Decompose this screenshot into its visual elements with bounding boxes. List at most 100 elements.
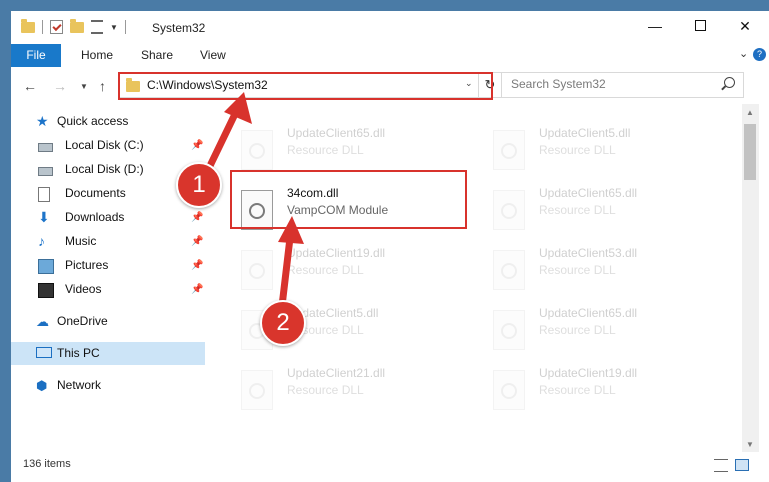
up-arrow-icon[interactable]: ↑ bbox=[99, 78, 106, 94]
sidebar-item-local-disk-c[interactable]: Local Disk (C:) 📌 bbox=[11, 134, 205, 157]
folder-icon bbox=[21, 18, 35, 33]
tiles-view-icon[interactable] bbox=[735, 459, 749, 471]
this-pc-icon bbox=[36, 347, 52, 358]
toolbar-separator bbox=[42, 20, 43, 34]
file-name: UpdateClient21.dll bbox=[287, 366, 386, 380]
downloads-icon: ⬇ bbox=[38, 209, 50, 225]
status-bar: 136 items bbox=[11, 452, 769, 482]
file-tile[interactable]: UpdateClient19.dll Resource DLL bbox=[241, 246, 471, 302]
sidebar-item-label: Local Disk (C:) bbox=[65, 138, 144, 152]
sidebar-item-label: Local Disk (D:) bbox=[65, 162, 144, 176]
step-2-badge: 2 bbox=[260, 300, 306, 346]
maximize-icon bbox=[694, 20, 706, 31]
title-bar: ▼ System32 — ✕ bbox=[11, 11, 769, 44]
search-input[interactable] bbox=[502, 73, 721, 95]
quick-access-toolbar: ▼ bbox=[21, 18, 126, 34]
customize-toolbar-icon[interactable] bbox=[91, 20, 103, 34]
sidebar-item-local-disk-d[interactable]: Local Disk (D:) bbox=[11, 158, 205, 181]
sidebar-item-pictures[interactable]: Pictures 📌 bbox=[11, 254, 205, 277]
recent-locations-icon[interactable]: ▼ bbox=[80, 82, 88, 91]
file-description: Resource DLL bbox=[539, 143, 616, 157]
dll-file-icon bbox=[493, 310, 525, 350]
toolbar-dropdown-icon[interactable]: ▼ bbox=[110, 23, 118, 32]
minimize-button[interactable]: — bbox=[632, 11, 678, 41]
scrollbar-thumb[interactable] bbox=[744, 124, 756, 180]
dll-file-icon bbox=[493, 250, 525, 290]
vertical-scrollbar[interactable]: ▲ ▼ bbox=[742, 104, 759, 452]
tab-file[interactable]: File bbox=[11, 44, 61, 67]
properties-check-icon[interactable] bbox=[50, 20, 63, 34]
pin-icon: 📌 bbox=[191, 140, 204, 151]
file-description: Resource DLL bbox=[287, 143, 364, 157]
file-name: UpdateClient65.dll bbox=[539, 306, 638, 320]
toolbar-separator bbox=[124, 20, 126, 34]
dll-file-icon bbox=[493, 130, 525, 170]
file-tile[interactable]: UpdateClient65.dll Resource DLL bbox=[493, 306, 723, 362]
forward-arrow-icon[interactable]: → bbox=[53, 78, 67, 94]
file-name: UpdateClient19.dll bbox=[539, 366, 638, 380]
sidebar-item-label: OneDrive bbox=[57, 314, 108, 328]
sidebar-item-label: Pictures bbox=[65, 258, 109, 272]
tab-share[interactable]: Share bbox=[141, 44, 173, 67]
address-highlight-box bbox=[118, 72, 493, 100]
step-1-badge: 1 bbox=[176, 162, 222, 208]
scroll-up-icon[interactable]: ▲ bbox=[746, 108, 754, 117]
tab-view[interactable]: View bbox=[200, 44, 226, 67]
sidebar-item-label: This PC bbox=[57, 346, 100, 360]
pin-icon: 📌 bbox=[191, 260, 204, 271]
videos-icon bbox=[38, 283, 54, 298]
sidebar-item-label: Documents bbox=[65, 186, 126, 200]
pin-icon: 📌 bbox=[191, 212, 204, 223]
navigation-pane: ★ Quick access Local Disk (C:) 📌 Local D… bbox=[11, 104, 205, 452]
scroll-down-icon[interactable]: ▼ bbox=[746, 440, 754, 449]
onedrive-icon: ☁ bbox=[36, 314, 49, 329]
search-box[interactable] bbox=[501, 72, 744, 98]
sidebar-item-label: Music bbox=[65, 234, 97, 248]
sidebar-item-music[interactable]: ♪ Music 📌 bbox=[11, 230, 205, 253]
dll-file-icon bbox=[241, 370, 273, 410]
file-list: UpdateClient65.dll Resource DLL 34com.dl… bbox=[217, 104, 739, 452]
tab-home[interactable]: Home bbox=[81, 44, 113, 67]
expand-ribbon-icon[interactable]: ⌄ bbox=[739, 47, 748, 60]
details-view-icon[interactable] bbox=[714, 459, 728, 472]
search-icon[interactable] bbox=[724, 77, 735, 88]
file-tile[interactable]: UpdateClient19.dll Resource DLL bbox=[493, 366, 723, 422]
dll-file-icon bbox=[493, 190, 525, 230]
back-arrow-icon[interactable]: ← bbox=[23, 78, 37, 94]
sidebar-item-label: Videos bbox=[65, 282, 102, 296]
file-tile[interactable]: UpdateClient53.dll Resource DLL bbox=[493, 246, 723, 302]
file-description: Resource DLL bbox=[539, 383, 616, 397]
file-description: Resource DLL bbox=[287, 383, 364, 397]
star-icon: ★ bbox=[36, 113, 49, 129]
file-tile[interactable]: UpdateClient5.dll Resource DLL bbox=[493, 126, 723, 182]
sidebar-item-videos[interactable]: Videos 📌 bbox=[11, 278, 205, 301]
sidebar-item-label: Network bbox=[57, 378, 102, 392]
sidebar-item-this-pc[interactable]: This PC bbox=[11, 342, 205, 365]
music-icon: ♪ bbox=[38, 233, 45, 249]
sidebar-item-downloads[interactable]: ⬇ Downloads 📌 bbox=[11, 206, 205, 229]
dll-file-icon bbox=[241, 130, 273, 170]
sidebar-item-quick-access[interactable]: ★ Quick access bbox=[11, 110, 205, 133]
file-description: Resource DLL bbox=[539, 263, 616, 277]
new-folder-icon[interactable] bbox=[70, 18, 84, 33]
item-count: 136 items bbox=[23, 458, 71, 470]
ribbon-tabs: File Home Share View ⌄ ? bbox=[11, 44, 769, 68]
maximize-button[interactable] bbox=[677, 11, 723, 41]
window-title: System32 bbox=[152, 21, 206, 35]
pin-icon: 📌 bbox=[191, 284, 204, 295]
file-name: UpdateClient53.dll bbox=[539, 246, 638, 260]
sidebar-item-label: Quick access bbox=[57, 114, 129, 128]
pin-icon: 📌 bbox=[191, 236, 204, 247]
sidebar-item-onedrive[interactable]: ☁ OneDrive bbox=[11, 310, 205, 333]
sidebar-item-network[interactable]: ⬢ Network bbox=[11, 374, 205, 397]
pictures-icon bbox=[38, 259, 54, 274]
file-tile[interactable]: UpdateClient21.dll Resource DLL bbox=[241, 366, 471, 422]
file-highlight-box bbox=[230, 170, 467, 229]
file-name: UpdateClient19.dll bbox=[287, 246, 386, 260]
help-icon[interactable]: ? bbox=[753, 48, 766, 61]
documents-icon bbox=[38, 187, 50, 202]
file-name: UpdateClient5.dll bbox=[539, 126, 631, 140]
file-tile[interactable]: UpdateClient65.dll Resource DLL bbox=[493, 186, 723, 242]
close-button[interactable]: ✕ bbox=[722, 11, 768, 41]
drive-icon bbox=[38, 143, 53, 152]
